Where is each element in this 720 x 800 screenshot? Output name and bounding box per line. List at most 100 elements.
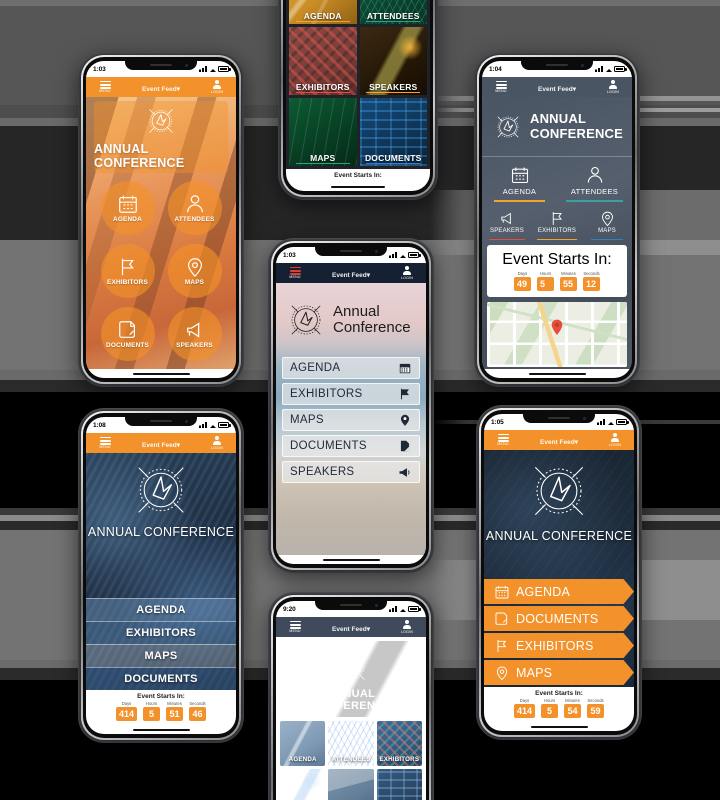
- event-feed-selector[interactable]: Event Feed▾: [142, 78, 180, 96]
- menu-button[interactable]: MENU: [92, 436, 118, 449]
- nav-documents[interactable]: DOCUMENTS: [86, 667, 236, 690]
- tile-documents[interactable]: DOCUMENTS: [359, 98, 427, 166]
- nav-documents[interactable]: DOCUMENTS: [282, 435, 420, 457]
- nav-exhibitors[interactable]: EXHIBITORS: [100, 243, 155, 298]
- nav-exhibitors[interactable]: EXHIBITORS: [282, 383, 420, 405]
- nav-attendees[interactable]: ATTENDEES: [167, 181, 222, 236]
- tile-agenda[interactable]: AGENDA: [280, 721, 326, 766]
- login-button[interactable]: LOGIN: [204, 80, 230, 94]
- status-time: 9:20: [283, 605, 296, 613]
- person-icon: [402, 620, 411, 629]
- countdown-title: Event Starts In:: [535, 690, 583, 697]
- tile-grid: AGENDA ATTENDEES EXHIBITORS SPEAKERS MAP…: [286, 0, 430, 169]
- phone-steel-icons: 1:04 MENU Event Feed▾ LOGIN ANNUAL CONFE…: [474, 52, 640, 387]
- menu-button[interactable]: MENU: [92, 80, 118, 93]
- event-feed-selector[interactable]: Event Feed▾: [538, 78, 576, 96]
- tile-speakers[interactable]: SPEAKERS: [280, 768, 326, 800]
- login-button[interactable]: LOGIN: [394, 266, 420, 280]
- nav-maps[interactable]: MAPS: [582, 203, 632, 241]
- page-title: ANNUAL CONFERENCE: [530, 111, 624, 141]
- login-button[interactable]: LOGIN: [602, 433, 628, 447]
- nav-label: SPEAKERS: [290, 466, 355, 478]
- countdown-value: 46: [189, 707, 207, 721]
- hamburger-icon: [289, 266, 301, 275]
- countdown-title: Event Starts In:: [137, 693, 185, 700]
- venue-map[interactable]: [487, 302, 627, 367]
- nav-label: DOCUMENTS: [290, 440, 367, 452]
- nav-speakers[interactable]: SPEAKERS: [482, 203, 532, 241]
- countdown-value: 49: [514, 277, 531, 291]
- menu-button[interactable]: MENU: [282, 620, 308, 633]
- menu-button[interactable]: MENU: [488, 80, 514, 93]
- tile-exhibitors[interactable]: EXHIBITORS: [376, 721, 422, 766]
- tile-underline: [295, 91, 350, 93]
- hamburger-icon: [99, 436, 111, 445]
- phone-notch: [315, 601, 387, 610]
- tile-agenda[interactable]: AGENDA: [289, 0, 357, 24]
- nav-label: AGENDA: [516, 584, 570, 599]
- nav-agenda[interactable]: AGENDA: [100, 181, 155, 236]
- login-button[interactable]: LOGIN: [394, 620, 420, 634]
- app-header: MENU Event Feed▾ LOGIN: [86, 77, 236, 97]
- tile-attendees[interactable]: ATTENDEES: [359, 0, 427, 24]
- nav-attendees[interactable]: ATTENDEES: [557, 157, 632, 203]
- menu-button[interactable]: MENU: [490, 433, 516, 446]
- tile-exhibitors[interactable]: EXHIBITORS: [289, 27, 357, 95]
- page-title: ANNUAL CONFERENCE: [87, 525, 235, 539]
- nav-maps[interactable]: MAPS: [167, 243, 222, 298]
- tile-speakers[interactable]: SPEAKERS: [359, 27, 427, 95]
- page-title: ANNUAL CONFERENCE: [485, 529, 633, 543]
- status-time: 1:05: [491, 418, 504, 426]
- nav-underline: [537, 238, 577, 240]
- countdown-value: 5: [143, 707, 161, 721]
- nav-label: SPEAKERS: [490, 228, 524, 234]
- map-pin-icon: [601, 211, 613, 227]
- nav-maps[interactable]: MAPS: [282, 409, 420, 431]
- event-feed-selector[interactable]: Event Feed▾: [540, 431, 578, 449]
- nav-label: MAPS: [290, 414, 324, 426]
- nav-label: DOCUMENTS: [106, 341, 149, 349]
- nav-speakers[interactable]: SPEAKERS: [167, 306, 222, 361]
- nav-exhibitors[interactable]: EXHIBITORS: [484, 633, 634, 658]
- hero-banner: ANNUAL CONFERENCE: [280, 641, 422, 717]
- nav-banner-list: AGENDA EXHIBITORS MAPS DOCUMENTS: [86, 598, 236, 690]
- page-title-line1: ANNUAL: [326, 687, 376, 700]
- nav-agenda[interactable]: AGENDA: [282, 357, 420, 379]
- nav-agenda[interactable]: AGENDA: [86, 598, 236, 621]
- document-icon: [400, 440, 410, 452]
- flag-icon: [552, 212, 562, 225]
- tile-attendees[interactable]: ATTENDEES: [328, 721, 374, 766]
- event-feed-selector[interactable]: Event Feed▾: [332, 618, 370, 636]
- person-icon: [212, 436, 221, 445]
- home-content: Annual Conference AGENDA EXHIBITORS MAPS…: [276, 283, 426, 555]
- nav-maps[interactable]: MAPS: [484, 660, 634, 685]
- tile-documents[interactable]: DOCUMENTS: [376, 768, 422, 800]
- nav-label: SPEAKERS: [176, 341, 213, 349]
- home-content: ANNUAL CONFERENCE AGENDA: [482, 97, 632, 369]
- home-content: ANNUAL CONFERENCE AGENDA: [86, 97, 236, 369]
- event-feed-selector[interactable]: Event Feed▾: [332, 264, 370, 282]
- login-button[interactable]: LOGIN: [600, 80, 626, 94]
- nav-exhibitors[interactable]: EXHIBITORS: [86, 621, 236, 644]
- menu-button[interactable]: MENU: [282, 266, 308, 279]
- tile-maps[interactable]: MAPS: [328, 768, 374, 800]
- nav-speakers[interactable]: SPEAKERS: [282, 461, 420, 483]
- countdown-minutes: Minutes 51: [166, 701, 184, 721]
- nav-documents[interactable]: DOCUMENTS: [484, 606, 634, 631]
- person-icon: [212, 80, 221, 89]
- phone-notch: [125, 61, 197, 70]
- event-feed-selector[interactable]: Event Feed▾: [142, 434, 180, 452]
- countdown-seconds: Seconds 59: [587, 698, 605, 718]
- phone-notch: [315, 247, 387, 256]
- nav-documents[interactable]: DOCUMENTS: [100, 306, 155, 361]
- login-button[interactable]: LOGIN: [204, 436, 230, 450]
- countdown-title: Event Starts In:: [334, 172, 382, 179]
- nav-agenda[interactable]: AGENDA: [484, 579, 634, 604]
- nav-exhibitors[interactable]: EXHIBITORS: [532, 203, 582, 241]
- tile-maps[interactable]: MAPS: [289, 98, 357, 166]
- nav-maps[interactable]: MAPS: [86, 644, 236, 667]
- logo-origami-bird-compass-icon: [285, 299, 327, 341]
- countdown-days: Days 49: [514, 271, 531, 291]
- phone-notch: [125, 417, 197, 426]
- nav-agenda[interactable]: AGENDA: [482, 157, 557, 203]
